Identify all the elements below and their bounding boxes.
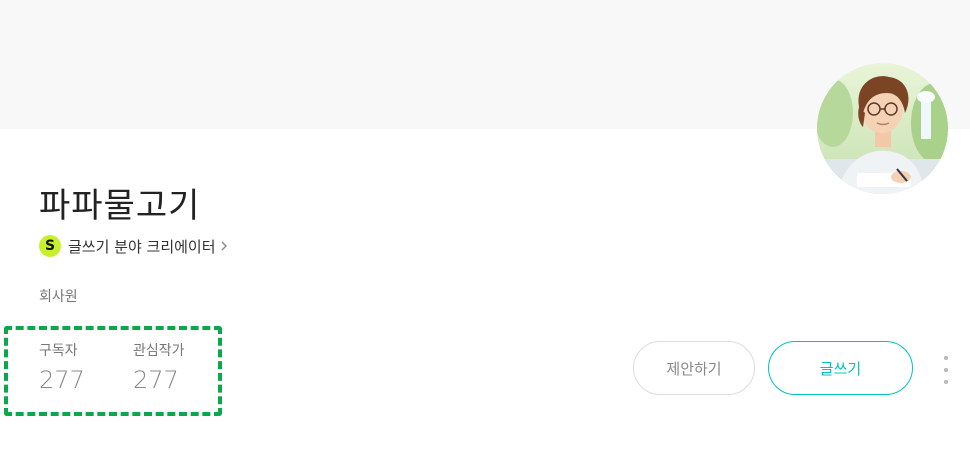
chevron-right-icon: [220, 240, 228, 252]
suggest-button[interactable]: 제안하기: [633, 341, 755, 395]
more-dot: [944, 380, 948, 384]
more-dot: [944, 368, 948, 372]
avatar-illustration: [817, 63, 948, 194]
stat-following-label: 관심작가: [133, 343, 185, 359]
avatar[interactable]: [817, 63, 948, 194]
creator-badge-link[interactable]: S 글쓰기 분야 크리에이터: [39, 234, 228, 258]
stat-following[interactable]: 관심작가 277: [133, 340, 185, 394]
creator-badge-icon: S: [39, 235, 61, 257]
job-title: 회사원: [39, 289, 78, 305]
creator-label: 글쓰기 분야 크리에이터: [68, 237, 216, 256]
stat-subscribers-value: 277: [39, 366, 85, 394]
write-button[interactable]: 글쓰기: [768, 341, 913, 395]
stat-subscribers[interactable]: 구독자 277: [39, 340, 85, 394]
more-vertical-icon[interactable]: [936, 356, 956, 384]
more-dot: [944, 356, 948, 360]
author-name: 파파물고기: [39, 186, 201, 226]
profile-page: 파파물고기 S 글쓰기 분야 크리에이터 회사원 구독자 277 관심작가 27…: [0, 0, 970, 461]
stat-subscribers-label: 구독자: [39, 343, 78, 359]
stat-following-value: 277: [133, 366, 179, 394]
stats-highlight-box: [4, 326, 222, 416]
